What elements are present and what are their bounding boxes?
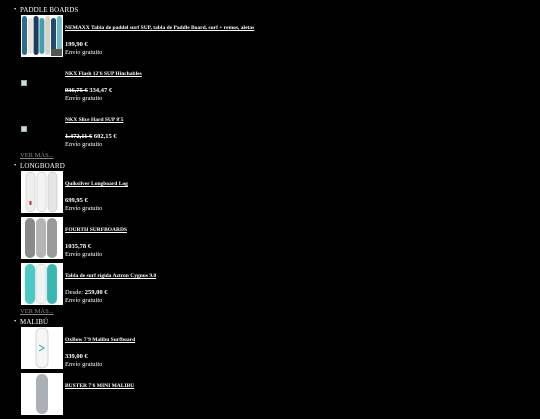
category-2: • LONGBOARD Quiksilver Longboard Log 699,95… <box>14 162 534 318</box>
current-price: 334,47 € <box>89 86 113 94</box>
product-info: NEMAXX Tabla de paddel surf SUP, tabla d… <box>65 25 254 57</box>
product-link[interactable]: NKX Slice Hard SUP 8'5 <box>65 117 123 124</box>
category-title[interactable]: PADDLE BOARDS <box>20 6 534 15</box>
current-price: 199,90 € <box>65 40 88 48</box>
shipping-info: Envío gratuito <box>65 361 103 368</box>
current-price: 1035,78 € <box>65 242 91 250</box>
product-item: Quiksilver Longboard Log 699,95 € Envío gr… <box>21 171 534 217</box>
product-item: NKX Flash 12'6 SUP Hinchables 936,75 € 33… <box>21 61 534 107</box>
product-image[interactable] <box>21 373 63 415</box>
product-price: 699,95 € <box>65 197 128 205</box>
product-image[interactable] <box>21 61 63 103</box>
old-price: 1.472,11 € <box>65 132 93 140</box>
category-1: • PADDLE BOARDS NEMAXX Tabla de paddel sur… <box>14 6 534 162</box>
product-info: NKX Flash 12'6 SUP Hinchables 936,75 € 33… <box>65 71 142 103</box>
shipping-info: Envío gratuito <box>65 49 103 56</box>
category-title[interactable]: LONGBOARD <box>20 162 534 171</box>
product-item: NKX Slice Hard SUP 8'5 1.472,11 € 602,15 … <box>21 107 534 153</box>
see-more-link[interactable]: VER MÁS... <box>20 152 534 162</box>
product-info: FOURTH SURFBOARDS 1035,78 € Envío gratuito <box>65 227 127 259</box>
current-price: 259,00 € <box>84 288 108 296</box>
product-item: Tabla de surf rígida Aztron Cygnus 9.0 De… <box>21 263 534 309</box>
product-image[interactable] <box>21 217 63 259</box>
shipping-info: Envío gratuito <box>65 205 103 212</box>
current-price: 699,95 € <box>65 196 88 204</box>
shipping-info: Envío gratuito <box>65 251 103 258</box>
shipping-info: Envío gratuito <box>65 141 103 148</box>
current-price: 339,00 € <box>65 352 88 360</box>
product-link[interactable]: FOURTH SURFBOARDS <box>65 227 127 234</box>
product-item: FOURTH SURFBOARDS 1035,78 € Envío gratuito <box>21 217 534 263</box>
product-link[interactable]: NKX Flash 12'6 SUP Hinchables <box>65 71 142 78</box>
product-info: OxBow 7'9 Malibu Surfboard 339,00 € Envío … <box>65 337 135 369</box>
product-image[interactable] <box>21 15 63 57</box>
product-info: NKX Slice Hard SUP 8'5 1.472,11 € 602,15 … <box>65 117 123 149</box>
product-item: OxBow 7'9 Malibu Surfboard 339,00 € Envío … <box>21 327 534 373</box>
product-image[interactable] <box>21 107 63 149</box>
product-item: NEMAXX Tabla de paddel surf SUP, tabla d… <box>21 15 534 61</box>
category-title[interactable]: MALIBÚ <box>20 318 534 327</box>
product-price: 1.472,11 € 602,15 € <box>65 133 123 141</box>
product-price: Desde: 259,00 € <box>65 289 156 297</box>
product-info: Quiksilver Longboard Log 699,95 € Envío gr… <box>65 181 128 213</box>
category-menu: • PADDLE BOARDS NEMAXX Tabla de paddel sur… <box>14 6 534 419</box>
category-3: • MALIBÚ OxBow 7'9 Malibu Surfboard 339,00 … <box>14 318 534 419</box>
product-price: 936,75 € 334,47 € <box>65 87 142 95</box>
product-link[interactable]: NEMAXX Tabla de paddel surf SUP, tabla d… <box>65 25 254 32</box>
product-link[interactable]: Quiksilver Longboard Log <box>65 181 128 188</box>
broken-image-icon <box>21 80 27 86</box>
product-image[interactable] <box>21 171 63 213</box>
product-link[interactable]: OxBow 7'9 Malibu Surfboard <box>65 337 135 344</box>
product-info: BUSTER 7'6 MINI MALIBU <box>65 383 134 390</box>
broken-image-icon <box>21 126 27 132</box>
see-more-link[interactable]: VER MÁS... <box>20 308 534 318</box>
product-link[interactable]: BUSTER 7'6 MINI MALIBU <box>65 383 134 390</box>
product-list: Quiksilver Longboard Log 699,95 € Envío gr… <box>20 171 534 309</box>
product-image[interactable] <box>21 327 63 369</box>
price-label: Desde: <box>65 288 84 296</box>
product-item: BUSTER 7'6 MINI MALIBU <box>21 373 534 419</box>
product-info: Tabla de surf rígida Aztron Cygnus 9.0 De… <box>65 273 156 305</box>
product-price: 199,90 € <box>65 41 254 49</box>
shipping-info: Envío gratuito <box>65 95 103 102</box>
current-price: 602,15 € <box>93 132 117 140</box>
product-image[interactable] <box>21 263 63 305</box>
bullet-icon: • <box>14 162 17 169</box>
product-link[interactable]: Tabla de surf rígida Aztron Cygnus 9.0 <box>65 273 156 280</box>
old-price: 936,75 € <box>65 86 88 94</box>
product-list: OxBow 7'9 Malibu Surfboard 339,00 € Envío … <box>20 327 534 419</box>
product-price: 339,00 € <box>65 353 135 361</box>
bullet-icon: • <box>14 318 17 325</box>
shipping-info: Envío gratuito <box>65 297 103 304</box>
product-list: NEMAXX Tabla de paddel surf SUP, tabla d… <box>20 15 534 153</box>
bullet-icon: • <box>14 6 17 13</box>
product-price: 1035,78 € <box>65 243 127 251</box>
